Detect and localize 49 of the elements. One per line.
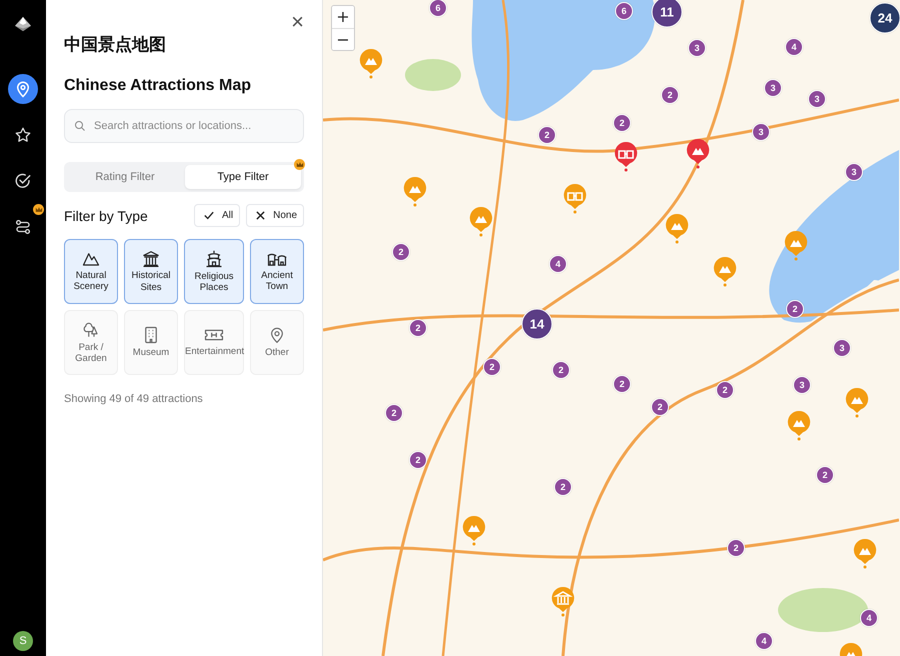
mountain-marker[interactable]	[462, 516, 486, 546]
mountain-marker[interactable]	[840, 643, 862, 656]
type-filter-toggle[interactable]: Ancient Town	[250, 239, 304, 304]
star-icon	[14, 126, 32, 144]
pagoda-icon	[205, 250, 223, 268]
type-filter-toggle[interactable]: Historical Sites	[124, 239, 178, 304]
town-marker[interactable]	[564, 184, 586, 214]
museum-marker[interactable]	[552, 587, 574, 616]
check-icon	[204, 211, 214, 220]
close-button[interactable]: ×	[289, 12, 306, 32]
mountain-marker[interactable]	[854, 539, 876, 568]
filter-heading: Filter by Type	[64, 208, 149, 224]
columns-icon	[142, 250, 160, 268]
zoom-out-button[interactable]: −	[332, 28, 354, 50]
type-filter-toggle[interactable]: Park / Garden	[64, 310, 118, 375]
mountain-marker[interactable]	[470, 207, 492, 236]
location-icon	[269, 326, 285, 344]
panel-title: 中国景点地图	[64, 34, 167, 56]
check-circle-icon	[14, 172, 32, 190]
search-icon	[74, 120, 86, 132]
mountain-marker[interactable]	[714, 257, 736, 286]
type-filter-toggle[interactable]: Natural Scenery	[64, 239, 118, 304]
mountain-marker[interactable]	[846, 388, 868, 418]
search-field[interactable]: Search attractions or locations...	[64, 109, 304, 143]
close-icon	[256, 211, 266, 220]
location-icon	[14, 80, 32, 98]
select-none-button[interactable]: None	[246, 204, 304, 227]
result-count: Showing 49 of 49 attractions	[64, 393, 204, 405]
type-filter-toggle[interactable]: Other	[250, 310, 304, 375]
route-icon	[14, 218, 32, 236]
town-marker[interactable]	[614, 142, 638, 172]
logo-icon	[14, 16, 32, 32]
type-filter-toggle[interactable]: Religious Places	[184, 239, 244, 304]
trees-icon	[82, 320, 100, 339]
filter-tab[interactable]: Type Filter	[185, 165, 301, 189]
filter-tab[interactable]: Rating Filter	[67, 165, 183, 189]
mountain-marker[interactable]	[686, 139, 710, 168]
type-filter-toggle[interactable]: Museum	[124, 310, 178, 375]
mountain-marker[interactable]	[784, 231, 808, 260]
type-filter-toggle[interactable]: Entertainment	[184, 310, 244, 375]
sidebar-nav-button[interactable]	[8, 74, 38, 104]
mountain-marker[interactable]	[360, 49, 382, 78]
mountain-icon	[82, 250, 100, 267]
mountain-marker[interactable]	[788, 411, 810, 440]
mountain-marker[interactable]	[666, 214, 688, 244]
select-all-button[interactable]: All	[194, 204, 240, 227]
mountain-marker[interactable]	[404, 177, 426, 206]
panel-subtitle: Chinese Attractions Map	[64, 77, 252, 95]
building-icon	[143, 326, 159, 344]
